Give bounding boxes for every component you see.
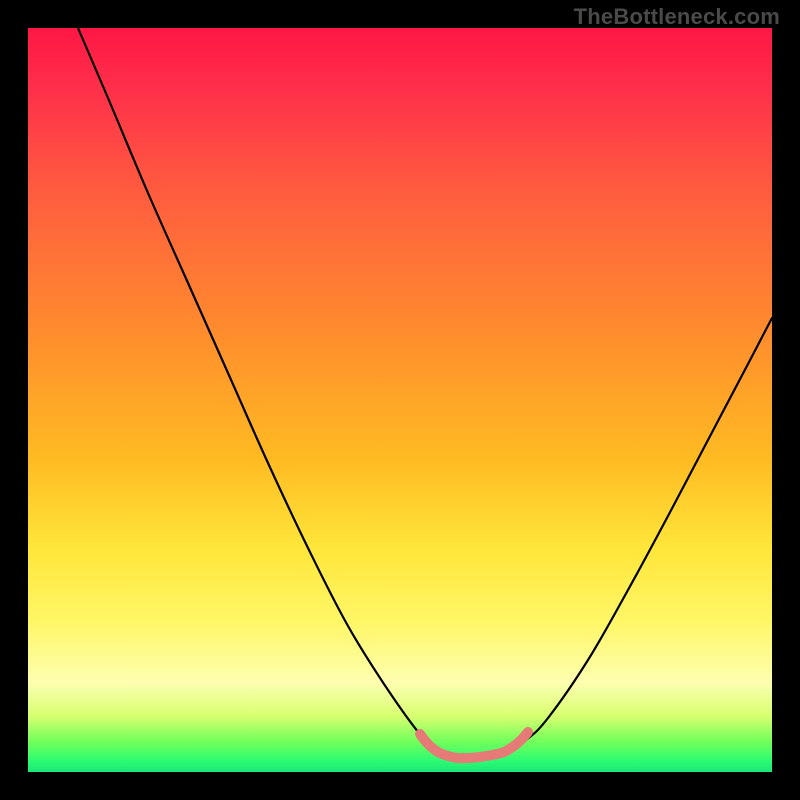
chart-frame: TheBottleneck.com: [0, 0, 800, 800]
optimal-range-path: [420, 732, 528, 758]
plot-area: [28, 28, 772, 772]
highlight-svg: [28, 28, 772, 772]
watermark-label: TheBottleneck.com: [574, 4, 780, 30]
